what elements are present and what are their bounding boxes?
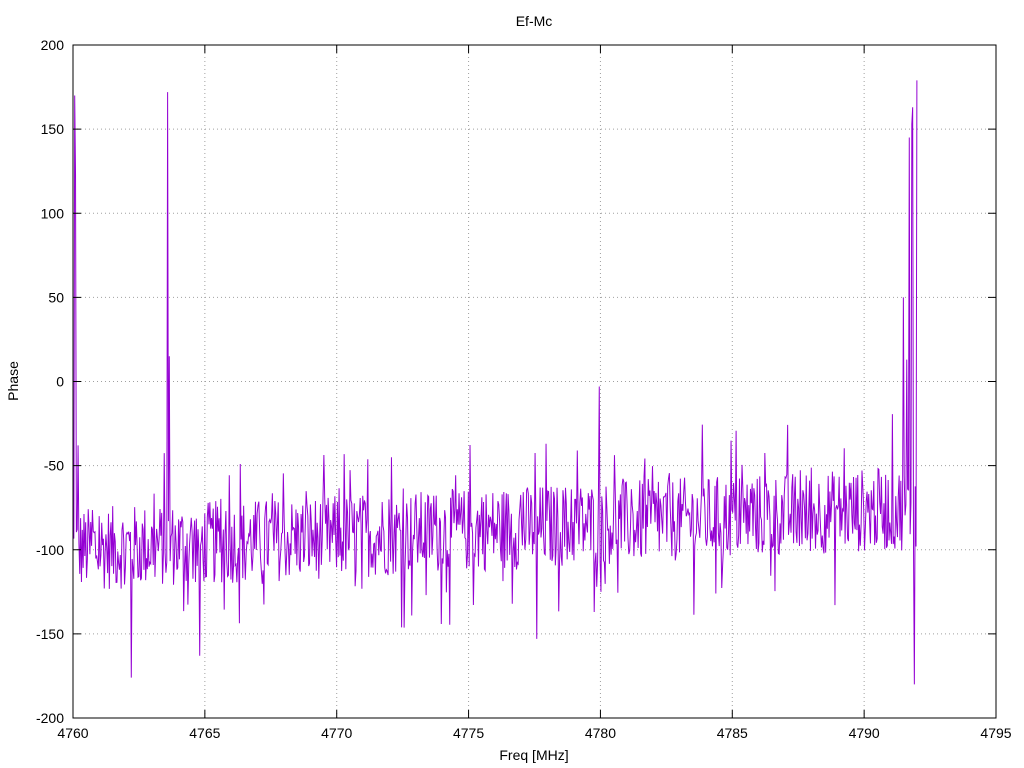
x-tick-label: 4775 [453,725,484,741]
x-axis-label: Freq [MHz] [499,747,568,763]
x-tick-label: 4765 [189,725,220,741]
phase-series-line [72,80,918,685]
series-layer [72,80,918,685]
grid [73,45,996,718]
chart-title: Ef-Mc [516,13,553,29]
y-tick-label: -50 [44,458,64,474]
y-tick-label: 50 [48,289,64,305]
y-tick-label: -200 [36,710,64,726]
x-tick-label: 4780 [585,725,616,741]
phase-chart: 4760 4765 4770 4775 4780 4785 4790 4795 -200 -150… [5,13,1012,763]
y-tick-label: 0 [56,374,64,390]
tick-labels: 4760 4765 4770 4775 4780 4785 4790 4795 -200 -150… [36,37,1012,741]
y-tick-label: 100 [41,205,65,221]
x-tick-label: 4760 [57,725,88,741]
y-tick-label: -150 [36,626,64,642]
y-tick-label: 150 [41,121,65,137]
x-tick-label: 4795 [980,725,1011,741]
x-tick-label: 4785 [717,725,748,741]
y-tick-label: -100 [36,542,64,558]
x-tick-label: 4770 [321,725,352,741]
y-axis-label: Phase [5,361,21,401]
y-tick-label: 200 [41,37,65,53]
x-tick-label: 4790 [849,725,880,741]
